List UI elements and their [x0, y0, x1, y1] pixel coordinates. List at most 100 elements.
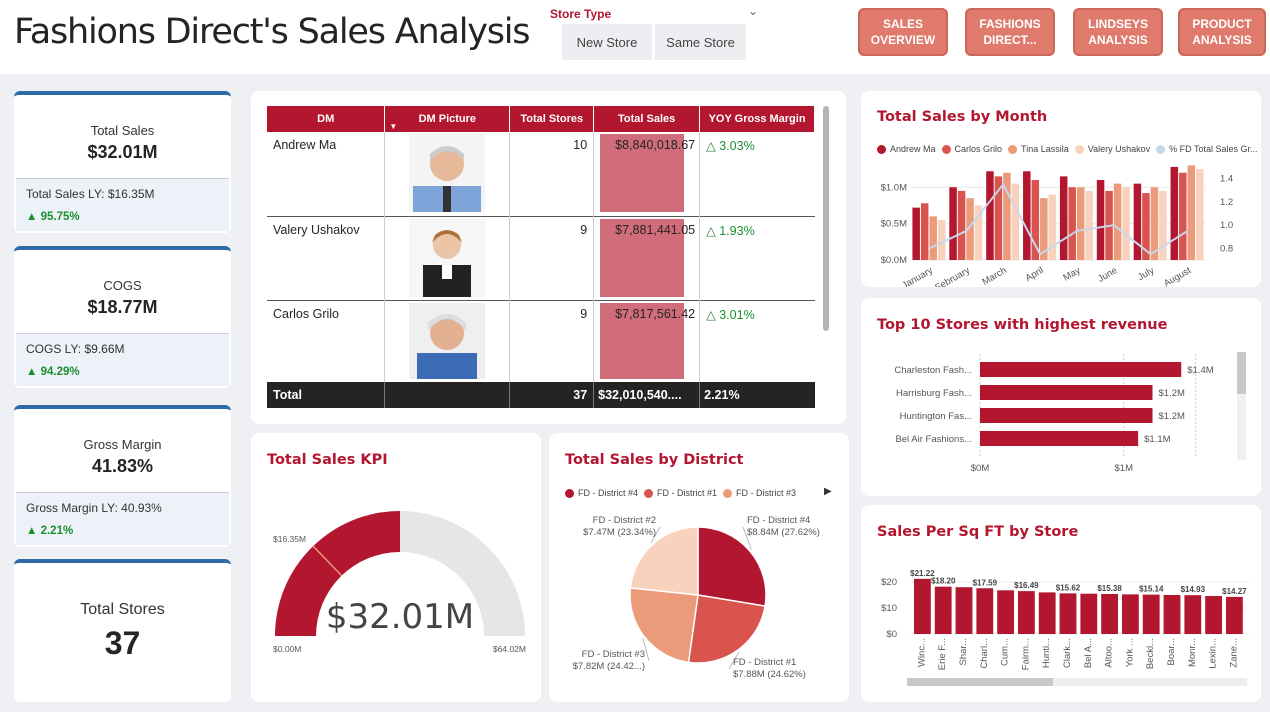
table-scrollbar[interactable] [823, 106, 829, 331]
cogs-card: COGS $18.77M COGS LY: $9.66M ▲ 94.29% [14, 246, 231, 388]
col-total-sales[interactable]: Total Sales [593, 106, 701, 132]
total-sales-ly-panel: Total Sales LY: $16.35M ▲ 95.75% [16, 178, 229, 231]
y-tick-label: $0.5M [881, 219, 907, 230]
dm-margin: △ 3.03% [706, 139, 755, 153]
cogs-ly-panel: COGS LY: $9.66M ▲ 94.29% [16, 333, 229, 386]
dm-picture [384, 300, 511, 382]
x-tick-label: York ... [1124, 638, 1135, 667]
data-label: $15.38 [1097, 584, 1122, 593]
legend-dot [941, 144, 951, 154]
x-tick-label: Zane... [1228, 638, 1239, 668]
dm-name: Andrew Ma [267, 132, 386, 216]
sqft-title: Sales Per Sq FT by Store [877, 524, 1079, 540]
nav-sales-overview-button[interactable]: SALES OVERVIEW [858, 8, 948, 56]
bar [986, 171, 994, 260]
legend-dot [1008, 144, 1018, 154]
sqft-scrollbar[interactable] [907, 678, 1247, 686]
data-label: $16.49 [1014, 581, 1039, 590]
person-photo [409, 134, 486, 212]
store-type-new-button[interactable]: New Store [562, 24, 652, 60]
data-label: $17.59 [973, 578, 998, 587]
x-tick-label: Winc... [916, 638, 927, 667]
top-stores-scrollbar[interactable] [1237, 352, 1246, 460]
bar [1122, 187, 1130, 260]
sales-by-month-title: Total Sales by Month [877, 109, 1048, 125]
bar [949, 187, 957, 260]
district-legend: FD - District #4 FD - District #1 FD - D… [565, 488, 796, 498]
page-title: Fashions Direct's Sales Analysis [14, 12, 531, 52]
slice-value-label: $7.82M (24.42...) [573, 661, 645, 672]
x-tick-label: Cum... [1000, 638, 1011, 666]
up-arrow-icon: ▲ [26, 525, 38, 537]
bar [1159, 190, 1167, 260]
bar [976, 588, 994, 634]
x-tick-label: February [933, 265, 972, 287]
top-stores-card: Top 10 Stores with highest revenue Charl… [861, 298, 1261, 496]
total-sales: $32,010,540.... [593, 382, 701, 408]
dm-sales: $7,881,441.05 [593, 216, 701, 300]
data-label: $1.2M [1159, 388, 1185, 399]
bar [1059, 593, 1077, 634]
nav-fashions-direct-button[interactable]: FASHIONS DIRECT... [965, 8, 1055, 56]
store-type-same-button[interactable]: Same Store [655, 24, 746, 60]
dm-stores: 9 [509, 216, 595, 300]
bar [1080, 593, 1098, 634]
legend-next-icon[interactable]: ▶ [824, 486, 832, 497]
x-tick-label: $0M [971, 463, 990, 474]
slice-name-label: FD - District #2 [593, 515, 656, 526]
bar [934, 586, 952, 634]
dm-picture [384, 132, 511, 216]
data-label: $14.27 [1222, 587, 1247, 596]
x-tick-label: $1M [1115, 463, 1134, 474]
slice-value-label: $7.88M (24.62%) [733, 669, 806, 680]
table-row[interactable]: Carlos Grilo 9 $7,817,561.42 △ 3.01% [267, 300, 815, 382]
gross-margin-value: 41.83% [91, 456, 154, 476]
total-stores-label: Total Stores [80, 601, 165, 618]
table-row[interactable]: Andrew Ma 10 $8,840,018.67 △ 3.03% [267, 132, 815, 216]
cogs-growth: 94.29% [40, 366, 80, 378]
bar [1085, 190, 1093, 260]
sort-down-icon[interactable]: ▼ [389, 122, 397, 131]
legend-dot [565, 488, 574, 498]
bar [1226, 596, 1243, 634]
district-card: Total Sales by District FD - District #4… [549, 433, 849, 702]
y2-tick-label: 1.4 [1220, 174, 1233, 185]
bar [1122, 594, 1139, 634]
total-stores-card: Total Stores 37 [14, 559, 231, 702]
slice-name-label: FD - District #1 [733, 657, 796, 668]
col-total-stores[interactable]: Total Stores [509, 106, 595, 132]
data-label: $15.62 [1056, 583, 1081, 592]
dm-margin: △ 3.01% [706, 307, 755, 322]
x-tick-label: Boar... [1166, 638, 1177, 665]
sales-by-month-chart: $1.0M $0.5M $0.0M 1.4 1.2 1.0 0.8 JanuaryFebrua… [881, 165, 1233, 287]
chevron-down-icon[interactable]: ⌄ [748, 4, 758, 18]
bar [1187, 165, 1196, 260]
up-arrow-icon: ▲ [26, 211, 38, 223]
dm-table-card: DM DM Picture ▼ Total Stores Total Sales … [251, 91, 846, 424]
col-yoy-margin[interactable]: YOY Gross Margin [699, 106, 815, 132]
bar [1038, 592, 1056, 634]
gross-margin-label: Gross Margin [83, 437, 162, 452]
nav-lindseys-analysis-button[interactable]: LINDSEYS ANALYSIS [1073, 8, 1163, 56]
total-sales-growth: 95.75% [40, 211, 80, 223]
col-dm-picture[interactable]: DM Picture ▼ [384, 106, 511, 132]
x-tick-label: Bel A... [1083, 638, 1094, 668]
bar [1048, 194, 1057, 260]
nav-product-analysis-button[interactable]: PRODUCT ANALYSIS [1178, 8, 1266, 56]
table-row[interactable]: Valery Ushakov 9 $7,881,441.05 △ 1.93% [267, 216, 815, 300]
x-tick-label: Lexin... [1208, 638, 1219, 669]
kpi-gauge-card: Total Sales KPI $32.01M $16.35M $0.00M $64.… [251, 433, 541, 702]
kpi-gauge-title: Total Sales KPI [267, 452, 388, 468]
data-label: $14.93 [1181, 585, 1206, 594]
x-tick-label: Clark... [1062, 638, 1073, 668]
sqft-card: Sales Per Sq FT by Store $20 $10 $0 $21.22 W… [861, 505, 1261, 702]
bar [1205, 596, 1222, 634]
bar [1096, 180, 1105, 260]
x-tick-label: May [1061, 265, 1082, 284]
x-tick-label: Beckl... [1145, 638, 1156, 669]
person-photo [409, 218, 486, 297]
col-dm[interactable]: DM [267, 106, 386, 132]
legend-dot [877, 144, 886, 154]
bar [1133, 183, 1142, 260]
dm-name: Carlos Grilo [267, 300, 386, 382]
